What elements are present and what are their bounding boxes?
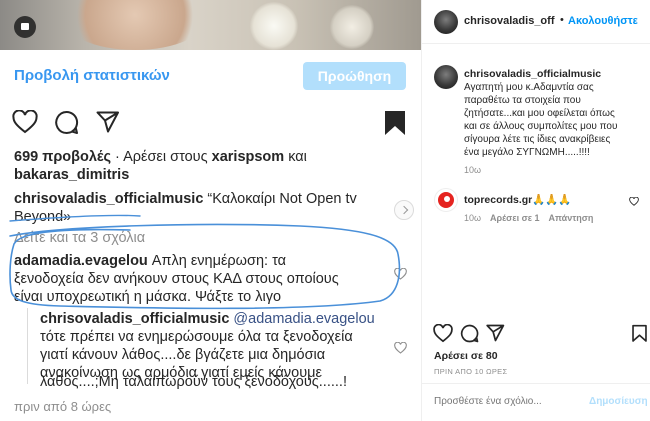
reply-line: chrisovaladis_officialmusic @adamadia.ev… bbox=[40, 310, 375, 329]
video-frame-detail bbox=[330, 5, 374, 49]
commenter-username[interactable]: toprecords.gr bbox=[464, 194, 532, 206]
comment-time: 10ω bbox=[464, 213, 482, 223]
share-icon[interactable] bbox=[96, 111, 120, 133]
post-time-ago: πριν από 8 ώρες bbox=[14, 399, 112, 414]
post-date: ΠΡΙΝ ΑΠΟ 10 ΩΡΕΣ bbox=[434, 367, 508, 376]
caption-text: παραθέτω τα στοιχεία που bbox=[464, 95, 581, 106]
comment-text: 🙏🙏🙏 bbox=[532, 194, 572, 206]
comment-username[interactable]: adamadia.evagelou bbox=[14, 253, 148, 269]
comment-meta: 10ω Αρέσει σε 1 Απάντηση bbox=[464, 213, 602, 223]
reply-thread-line bbox=[27, 308, 28, 384]
insights-row: Προβολή στατιστικών Προώθηση bbox=[0, 62, 421, 92]
likes-and: και bbox=[284, 149, 307, 165]
post-video-preview[interactable] bbox=[0, 0, 421, 50]
caption-username[interactable]: chrisovaladis_officialmusic bbox=[464, 68, 601, 80]
comment-icon[interactable] bbox=[54, 110, 79, 135]
view-insights-link[interactable]: Προβολή στατιστικών bbox=[14, 67, 170, 84]
caption-avatar[interactable] bbox=[434, 65, 458, 89]
reply-like-heart-icon[interactable] bbox=[394, 342, 407, 354]
add-comment-input[interactable] bbox=[434, 396, 584, 407]
caption-username[interactable]: chrisovaladis_officialmusic bbox=[14, 191, 203, 207]
view-all-comments-link[interactable]: Δείτε και τα 3 σχόλια bbox=[14, 229, 145, 248]
comment-text-continued: ξενοδοχεία δεν ανήκουν στους ΚΑΔ στους ο… bbox=[14, 271, 339, 287]
mobile-post-screenshot: Προβολή στατιστικών Προώθηση 699 προβολέ… bbox=[0, 0, 421, 421]
post-comment-button[interactable]: Δημοσίευση bbox=[589, 396, 648, 407]
video-frame-detail bbox=[250, 2, 298, 50]
like-heart-icon[interactable] bbox=[433, 324, 453, 343]
comment-text: Απλη ενημέρωση: τα bbox=[147, 253, 286, 269]
comment-likes[interactable]: Αρέσει σε 1 bbox=[490, 213, 540, 223]
bookmark-icon[interactable] bbox=[632, 324, 647, 343]
igtv-icon[interactable] bbox=[14, 16, 36, 38]
caption-text-continued: Beyond» bbox=[14, 209, 72, 225]
caption-line: chrisovaladis_officialmusic “Καλοκαίρι N… bbox=[14, 190, 357, 209]
reply-text: λάθος....;Μη ταλαιπωρούν τους ξενοδόχους… bbox=[40, 374, 347, 390]
caption-time: 10ω bbox=[464, 165, 482, 175]
likes-prefix: · Αρέσει στους bbox=[111, 149, 212, 165]
follow-button[interactable]: Ακολουθήστε bbox=[568, 15, 638, 27]
liker-username[interactable]: xarispsom bbox=[212, 149, 285, 165]
caption-text: και σε άλλους συμπολίτες μου που bbox=[464, 121, 618, 132]
reply-text: τότε πρέπει να ενημερώσουμε όλα τα ξενοδ… bbox=[40, 329, 353, 345]
caption-text: “Καλοκαίρι Not Open tv bbox=[203, 191, 357, 207]
divider bbox=[422, 383, 650, 384]
reply-button[interactable]: Απάντηση bbox=[549, 213, 594, 223]
avatar[interactable] bbox=[434, 10, 458, 34]
caption-text: ζητήσατε...και μου οφείλεται όπως bbox=[464, 108, 615, 119]
caption-text: σίγουρα λέτε τις ίδιες ανακρίβειες bbox=[464, 134, 611, 145]
desktop-post-panel: chrisovaladis_off • Ακολουθήστε chrisova… bbox=[421, 0, 650, 421]
like-heart-icon[interactable] bbox=[12, 110, 38, 134]
liker-username-2[interactable]: bakaras_dimitris bbox=[14, 166, 129, 185]
share-icon[interactable] bbox=[486, 324, 505, 342]
header-username[interactable]: chrisovaladis_off bbox=[464, 15, 554, 27]
post-actions bbox=[0, 108, 421, 138]
view-count[interactable]: 699 προβολές bbox=[14, 149, 111, 165]
comment-text-continued: είναι υποχρεωτική η μάσκα. Ψάξτε το λιγο bbox=[14, 289, 282, 305]
comment-like-heart-icon[interactable] bbox=[629, 197, 639, 206]
comment-line: adamadia.evagelou Απλη ενημέρωση: τα bbox=[14, 252, 286, 271]
caption-text: ένα μεγάλο ΣΥΓΝΩΜΗ.....!!!! bbox=[464, 147, 590, 158]
reply-text: γιατί κάνουν λάθος....δε βγάζετε μια δημ… bbox=[40, 347, 326, 363]
commenter-avatar[interactable] bbox=[434, 188, 458, 212]
header-separator: • bbox=[560, 14, 564, 26]
comment-like-heart-icon[interactable] bbox=[394, 268, 407, 280]
like-count[interactable]: Αρέσει σε 80 bbox=[434, 350, 498, 362]
reply-username[interactable]: chrisovaladis_officialmusic bbox=[40, 311, 229, 327]
post-header: chrisovaladis_off • Ακολουθήστε bbox=[422, 0, 650, 44]
reply-mention[interactable]: @adamadia.evagelou bbox=[229, 311, 374, 327]
caption-text: Αγαπητή μου κ.Αδαμντία σας bbox=[464, 82, 594, 93]
video-frame-detail bbox=[60, 0, 210, 50]
views-line: 699 προβολές · Αρέσει στους xarispsom κα… bbox=[14, 148, 307, 167]
post-actions bbox=[422, 322, 650, 346]
bookmark-icon[interactable] bbox=[384, 110, 406, 136]
chevron-right-icon[interactable] bbox=[394, 200, 414, 220]
promote-button[interactable]: Προώθηση bbox=[303, 62, 406, 90]
comment-icon[interactable] bbox=[460, 324, 479, 343]
